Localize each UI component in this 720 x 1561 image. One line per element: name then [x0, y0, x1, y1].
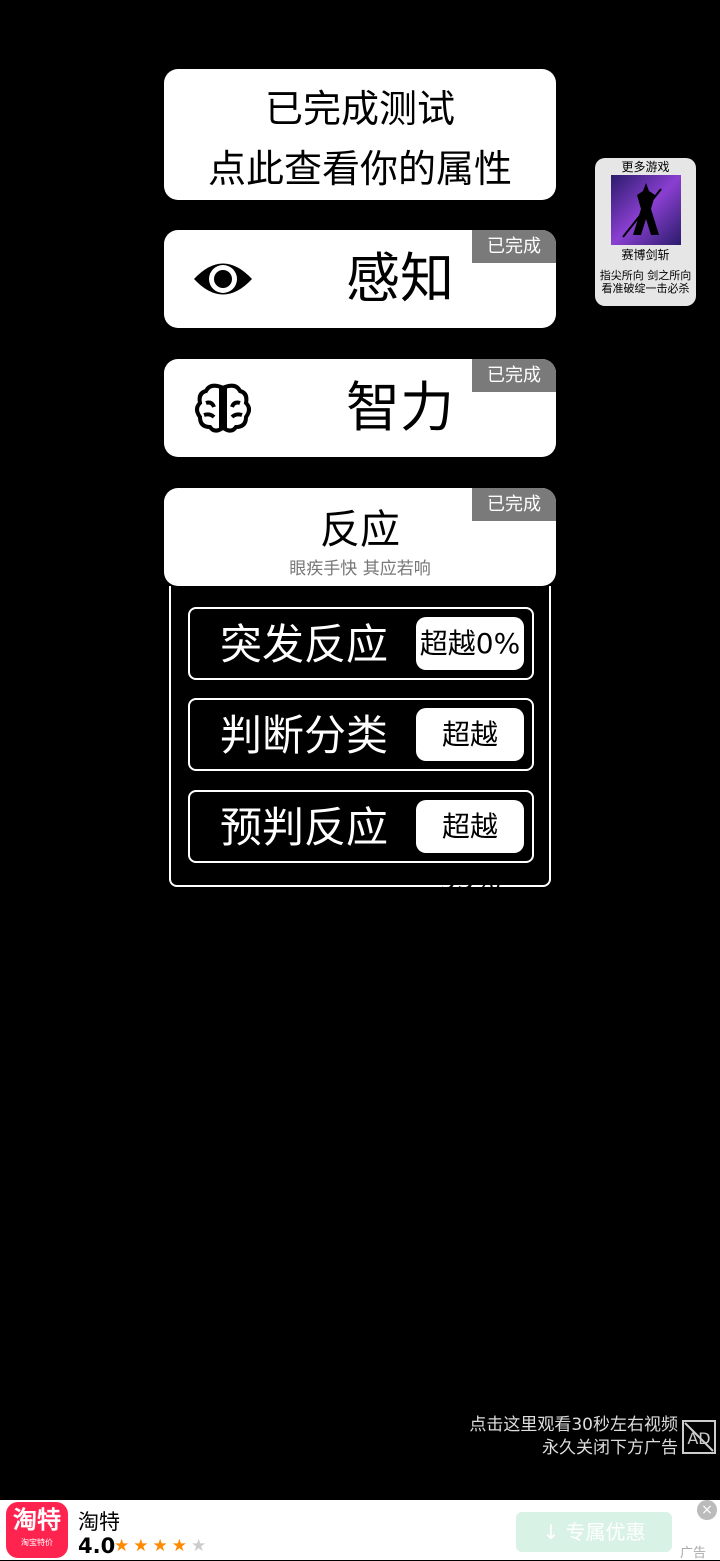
detail-label: 突发反应	[220, 620, 389, 669]
remove-ads-line1: 点击这里观看30秒左右视频	[469, 1415, 678, 1435]
reaction-details-panel: 突发反应 超越0% 判断分类 超越98% 预判反应 超越95%	[169, 586, 551, 896]
status-badge: 已完成	[472, 488, 556, 521]
game-thumbnail	[610, 175, 681, 245]
summary-title: 已完成测试	[264, 87, 455, 131]
app-icon: 淘特 淘宝特价	[6, 1502, 68, 1558]
app-rating: 4.0	[78, 1534, 116, 1558]
close-ad-icon[interactable]: ×	[697, 1500, 717, 1520]
detail-row: 判断分类 超越98%	[188, 698, 534, 804]
no-ads-icon[interactable]: AD	[682, 1420, 716, 1454]
star-icon: ★	[171, 1536, 191, 1556]
status-badge: 已完成	[472, 359, 556, 392]
detail-score: 超越0%	[416, 617, 524, 670]
exclusive-offer-button[interactable]: ↓ 专属优惠	[516, 1512, 672, 1552]
detail-row: 预判反应 超越95%	[188, 790, 534, 896]
ad-label: 广告	[680, 1546, 707, 1561]
eye-icon	[194, 263, 252, 295]
star-icon: ★	[152, 1536, 172, 1556]
detail-score: 超越95%	[416, 800, 524, 896]
more-games-label: 更多游戏	[621, 160, 670, 174]
game-name: 赛博剑斩	[621, 248, 670, 262]
star-icon: ★	[114, 1536, 134, 1556]
game-desc-1: 指尖所向 剑之所向	[599, 269, 692, 282]
category-reaction[interactable]: 反应 眼疾手快 其应若响 已完成	[164, 488, 556, 586]
star-icon: ★	[191, 1536, 211, 1556]
swordsman-icon	[621, 183, 662, 238]
game-desc-2: 看准破绽一击必杀	[601, 282, 690, 295]
remove-ads-link[interactable]: 点击这里观看30秒左右视频 永久关闭下方广告	[469, 1414, 678, 1460]
star-icon: ★	[133, 1536, 153, 1556]
detail-score: 超越98%	[416, 708, 524, 804]
category-subtitle: 眼疾手快 其应若响	[289, 559, 431, 579]
category-intellect[interactable]: 智力 已完成	[164, 359, 556, 457]
banner-ad[interactable]: 淘特 淘宝特价 淘特 4.0 ★★★★★ ↓ 专属优惠	[0, 1500, 720, 1560]
detail-label: 预判反应	[220, 803, 389, 852]
view-attributes-card[interactable]: 已完成测试 点此查看你的属性	[164, 69, 556, 200]
detail-row: 突发反应 超越0%	[188, 607, 534, 680]
summary-subtitle: 点此查看你的属性	[207, 147, 512, 191]
rating-stars: ★★★★★	[114, 1536, 210, 1556]
remove-ads-line2: 永久关闭下方广告	[542, 1438, 678, 1458]
category-perception[interactable]: 感知 已完成	[164, 230, 556, 328]
brain-icon	[195, 383, 251, 433]
app-name: 淘特	[78, 1510, 120, 1534]
more-games-ad[interactable]: 更多游戏 赛博剑斩 指尖所向 剑之所向 看准破绽一击必杀	[595, 158, 696, 306]
status-badge: 已完成	[472, 230, 556, 263]
detail-label: 判断分类	[220, 711, 389, 760]
